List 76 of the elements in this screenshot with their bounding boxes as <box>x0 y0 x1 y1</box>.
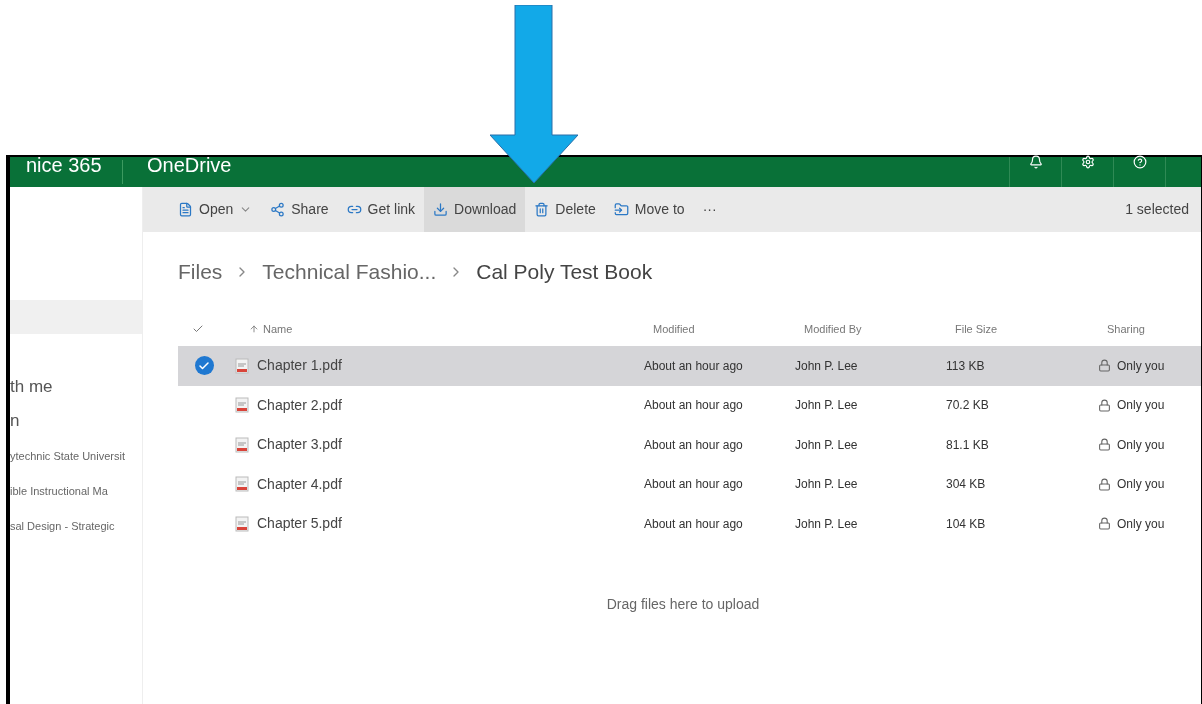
lock-icon <box>1098 517 1111 531</box>
file-row[interactable]: Chapter 3.pdf About an hour ago John P. Lee 81.1 KB Only you <box>178 425 1201 465</box>
down-arrow-icon <box>490 5 578 183</box>
drop-hint: Drag files here to upload <box>606 594 760 614</box>
table-cell-text: 81.1 KB <box>946 436 990 454</box>
file-name[interactable]: Chapter 2.pdf <box>240 394 644 416</box>
pdf-file-icon <box>234 436 249 453</box>
move-icon <box>613 202 629 217</box>
file-name[interactable]: Chapter 4.pdf <box>240 473 644 495</box>
command-button[interactable]: Move to <box>604 187 694 232</box>
settings-icon[interactable] <box>1080 155 1095 169</box>
table-cell-text: John P. Lee <box>795 515 859 533</box>
command-button[interactable]: Get link <box>337 187 425 232</box>
file-row[interactable]: Chapter 2.pdf About an hour ago John P. Lee 70.2 KB Only you <box>178 385 1201 425</box>
download-icon <box>433 202 449 217</box>
sharing-status: Only you <box>1117 357 1165 375</box>
pdf-file-icon <box>234 397 249 414</box>
delete-icon <box>534 202 550 217</box>
table-cell-text: About an hour ago <box>644 515 744 533</box>
lock-icon <box>1098 477 1111 491</box>
column-header[interactable]: Name <box>249 320 653 338</box>
breadcrumb-link[interactable]: Technical Fashio... <box>262 256 437 288</box>
table-cell-text: John P. Lee <box>795 476 859 494</box>
file-name[interactable]: Chapter 1.pdf <box>240 355 644 377</box>
sidebar-item[interactable]: ytechnic State Universit <box>10 442 142 477</box>
lock-icon <box>1098 438 1111 452</box>
lock-icon <box>1098 398 1111 412</box>
pdf-file-icon <box>234 476 249 493</box>
command-button[interactable]: Share <box>261 187 338 232</box>
column-header[interactable]: Modified By <box>804 320 955 338</box>
command-button[interactable]: Delete <box>525 187 605 232</box>
help-icon[interactable] <box>1132 155 1147 169</box>
file-row[interactable]: Chapter 1.pdf About an hour ago John P. Lee 113 KB Only you <box>178 346 1201 386</box>
file-row[interactable]: Chapter 5.pdf About an hour ago John P. Lee 104 KB Only you <box>178 504 1201 544</box>
lock-icon <box>1098 359 1111 373</box>
table-cell-text: John P. Lee <box>795 397 859 415</box>
sharing-status: Only you <box>1117 397 1165 415</box>
file-row[interactable]: Chapter 4.pdf About an hour ago John P. Lee 304 KB Only you <box>178 464 1201 504</box>
selection-count: 1 selected <box>1125 200 1189 219</box>
app-name: OneDrive <box>146 155 232 175</box>
table-cell-text: 113 KB <box>946 357 986 375</box>
file-name[interactable]: Chapter 3.pdf <box>240 434 644 456</box>
sharing-status: Only you <box>1117 515 1165 533</box>
command-button[interactable]: Download <box>424 187 526 232</box>
breadcrumb-link[interactable]: Cal Poly Test Book <box>476 256 653 288</box>
selected-check-icon[interactable] <box>194 356 214 376</box>
table-cell-text: 304 KB <box>946 476 987 494</box>
table-cell-text: 104 KB <box>946 515 987 533</box>
more-button[interactable]: ··· <box>693 187 726 232</box>
pdf-file-icon <box>234 515 249 532</box>
sharing-status: Only you <box>1117 436 1165 454</box>
column-header[interactable]: File Size <box>955 320 1107 338</box>
sidebar-item[interactable]: sal Design - Strategic <box>10 512 142 547</box>
table-cell-text: John P. Lee <box>795 436 859 454</box>
bell-icon[interactable] <box>1028 155 1043 169</box>
sharing-status: Only you <box>1117 476 1165 494</box>
table-cell-text: About an hour ago <box>644 476 744 494</box>
table-cell-text: 70.2 KB <box>946 397 990 415</box>
table-cell-text: About an hour ago <box>644 436 744 454</box>
sidebar-item[interactable]: n <box>10 408 142 442</box>
command-button[interactable]: Open <box>169 187 262 232</box>
pdf-file-icon <box>234 357 249 374</box>
table-cell-text: About an hour ago <box>644 397 744 415</box>
sort-arrow-icon <box>249 324 259 334</box>
table-cell-text: About an hour ago <box>644 357 744 375</box>
table-cell-text: John P. Lee <box>795 357 859 375</box>
breadcrumb-link[interactable]: Files <box>178 256 223 288</box>
column-header[interactable]: Modified <box>653 320 804 338</box>
share-icon <box>270 202 286 217</box>
open-icon <box>178 202 193 217</box>
sidebar-item[interactable]: th me <box>10 374 142 408</box>
select-all-check-icon[interactable] <box>192 323 204 335</box>
column-header[interactable]: Sharing <box>1107 320 1195 338</box>
file-name[interactable]: Chapter 5.pdf <box>240 513 644 535</box>
sidebar-item[interactable]: ible Instructional Ma <box>10 477 142 512</box>
suite-name: nice 365 <box>25 155 103 175</box>
